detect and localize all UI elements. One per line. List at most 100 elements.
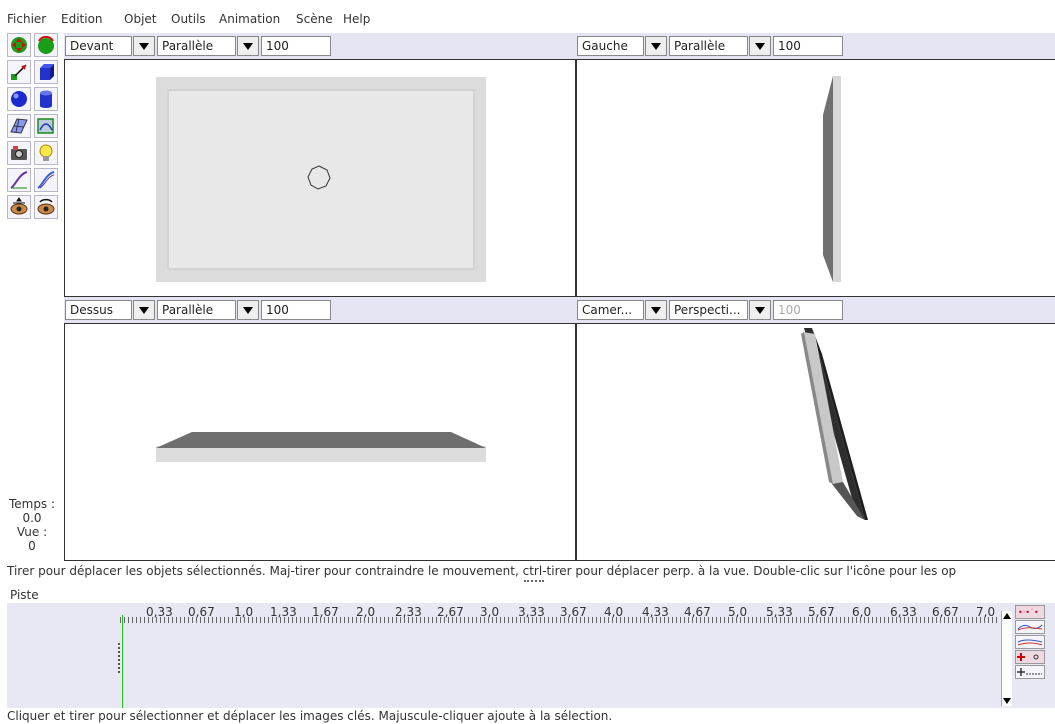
projection-dropdown-top[interactable]	[237, 300, 259, 320]
menu-help[interactable]: Help	[343, 12, 370, 26]
create-cube-icon	[40, 64, 54, 80]
view-select-top[interactable]: Dessus	[65, 300, 132, 320]
svg-text:•·•˙•: •·•˙•	[1018, 608, 1039, 617]
menu-bar: Fichier Edition Objet Outils Animation S…	[0, 0, 1055, 30]
move-tool-icon	[11, 37, 27, 53]
scale-keys-icon	[1017, 668, 1042, 676]
scale-tool-icon	[11, 64, 27, 80]
viewport-top-header: Dessus Parallèle 100	[64, 297, 576, 323]
viewport-top: Dessus Parallèle 100	[64, 297, 576, 561]
menu-fichier[interactable]: Fichier	[7, 12, 46, 26]
view-dropdown-front[interactable]	[133, 36, 155, 56]
create-light-button[interactable]	[34, 141, 58, 165]
projection-dropdown-camera[interactable]	[749, 300, 771, 320]
projection-select-left[interactable]: Parallèle	[669, 36, 748, 56]
viewport-left-header: Gauche Parallèle 100	[576, 33, 1055, 59]
viewport-front: Devant Parallèle 100	[64, 33, 576, 297]
viewport-left: Gauche Parallèle 100	[576, 33, 1055, 297]
create-tube-button[interactable]	[34, 168, 58, 192]
create-cylinder-icon	[40, 90, 52, 108]
time-value: 0.0	[22, 511, 42, 525]
timeline-panel[interactable]: 0,33 0,67 1,0 1,33 1,67 2,0 2,33 2,67 3,…	[7, 603, 1055, 708]
viewport-camera-canvas[interactable]	[576, 323, 1055, 561]
menu-objet[interactable]: Objet	[124, 12, 156, 26]
rotate-tool-icon	[38, 35, 54, 54]
move-view-icon	[10, 197, 28, 215]
curves-icon	[1017, 639, 1043, 646]
create-tube-icon	[37, 171, 55, 189]
view-dropdown-left[interactable]	[645, 36, 667, 56]
move-keys-icon	[1017, 653, 1039, 661]
projection-select-front[interactable]: Parallèle	[157, 36, 236, 56]
menu-scene[interactable]: Scène	[296, 12, 333, 26]
view-select-left[interactable]: Gauche	[577, 36, 644, 56]
create-cube-button[interactable]	[34, 60, 58, 84]
rotate-view-icon	[37, 198, 55, 215]
move-tool-button[interactable]	[7, 33, 31, 57]
menu-edition[interactable]: Edition	[61, 12, 103, 26]
ruler-ticks	[120, 617, 1000, 623]
create-curve-icon	[10, 171, 28, 189]
zoom-input-left[interactable]: 100	[773, 36, 843, 56]
viewport-camera: Camer... Perspecti... 100	[576, 297, 1055, 561]
move-view-button[interactable]	[7, 195, 31, 219]
timeline-ruler[interactable]: 0,33 0,67 1,0 1,33 1,67 2,0 2,33 2,67 3,…	[120, 603, 1000, 623]
status-bar: Tirer pour déplacer les objets sélection…	[7, 564, 957, 578]
projection-dropdown-left[interactable]	[749, 36, 771, 56]
time-cursor[interactable]	[122, 615, 123, 708]
projection-select-camera[interactable]: Perspecti...	[669, 300, 748, 320]
scroll-up-arrow[interactable]	[1002, 611, 1012, 621]
view-value: 0	[28, 539, 36, 553]
create-sphere-button[interactable]	[7, 87, 31, 111]
create-cylinder-button[interactable]	[34, 87, 58, 111]
zoom-input-top[interactable]: 100	[261, 300, 331, 320]
top-scene	[156, 432, 486, 462]
move-keys-button[interactable]	[1015, 650, 1045, 664]
create-spline-button[interactable]	[34, 114, 58, 138]
keyframe-mode-button[interactable]: •·•˙•	[1015, 605, 1045, 619]
track-header: Piste	[10, 588, 39, 602]
viewport-top-canvas[interactable]	[64, 323, 576, 561]
create-camera-icon	[11, 146, 27, 160]
zoom-input-front[interactable]: 100	[261, 36, 331, 56]
curve-icon	[1017, 624, 1043, 631]
scroll-down-arrow[interactable]	[1002, 696, 1012, 706]
zoom-input-camera: 100	[773, 300, 843, 320]
create-curve-button[interactable]	[7, 168, 31, 192]
track-marker	[118, 643, 122, 673]
viewport-front-canvas[interactable]	[64, 59, 576, 297]
curves-mode-button[interactable]	[1015, 635, 1045, 649]
time-view-info: Temps : 0.0 Vue : 0	[0, 497, 64, 553]
create-polygon-button[interactable]	[7, 114, 31, 138]
create-camera-button[interactable]	[7, 141, 31, 165]
keyframe-dots-icon: •·•˙•	[1018, 608, 1039, 617]
view-select-front[interactable]: Devant	[65, 36, 132, 56]
menu-animation[interactable]: Animation	[219, 12, 280, 26]
scale-tool-button[interactable]	[7, 60, 31, 84]
create-sphere-icon	[11, 91, 27, 107]
front-scene	[156, 77, 486, 282]
create-polygon-icon	[10, 118, 28, 134]
toolbox	[7, 33, 63, 219]
timeline-status: Cliquer et tirer pour sélectionner et dé…	[7, 709, 613, 723]
view-select-camera[interactable]: Camer...	[577, 300, 644, 320]
projection-select-top[interactable]: Parallèle	[157, 300, 236, 320]
timeline-scrollbar[interactable]	[1001, 611, 1012, 706]
menu-outils[interactable]: Outils	[171, 12, 206, 26]
view-label: Vue :	[16, 525, 48, 539]
viewport-left-canvas[interactable]	[576, 59, 1055, 297]
create-light-icon	[39, 144, 53, 161]
time-label: Temps :	[8, 497, 56, 511]
rotate-view-button[interactable]	[34, 195, 58, 219]
scale-keys-button[interactable]	[1015, 665, 1045, 679]
create-spline-icon	[37, 118, 54, 134]
camera-scene	[801, 328, 868, 520]
viewport-front-header: Devant Parallèle 100	[64, 33, 576, 59]
rotate-tool-button[interactable]	[34, 33, 58, 57]
view-dropdown-camera[interactable]	[645, 300, 667, 320]
left-scene	[823, 76, 841, 282]
curve-mode-button[interactable]	[1015, 620, 1045, 634]
view-dropdown-top[interactable]	[133, 300, 155, 320]
viewport-camera-header: Camer... Perspecti... 100	[576, 297, 1055, 323]
projection-dropdown-front[interactable]	[237, 36, 259, 56]
